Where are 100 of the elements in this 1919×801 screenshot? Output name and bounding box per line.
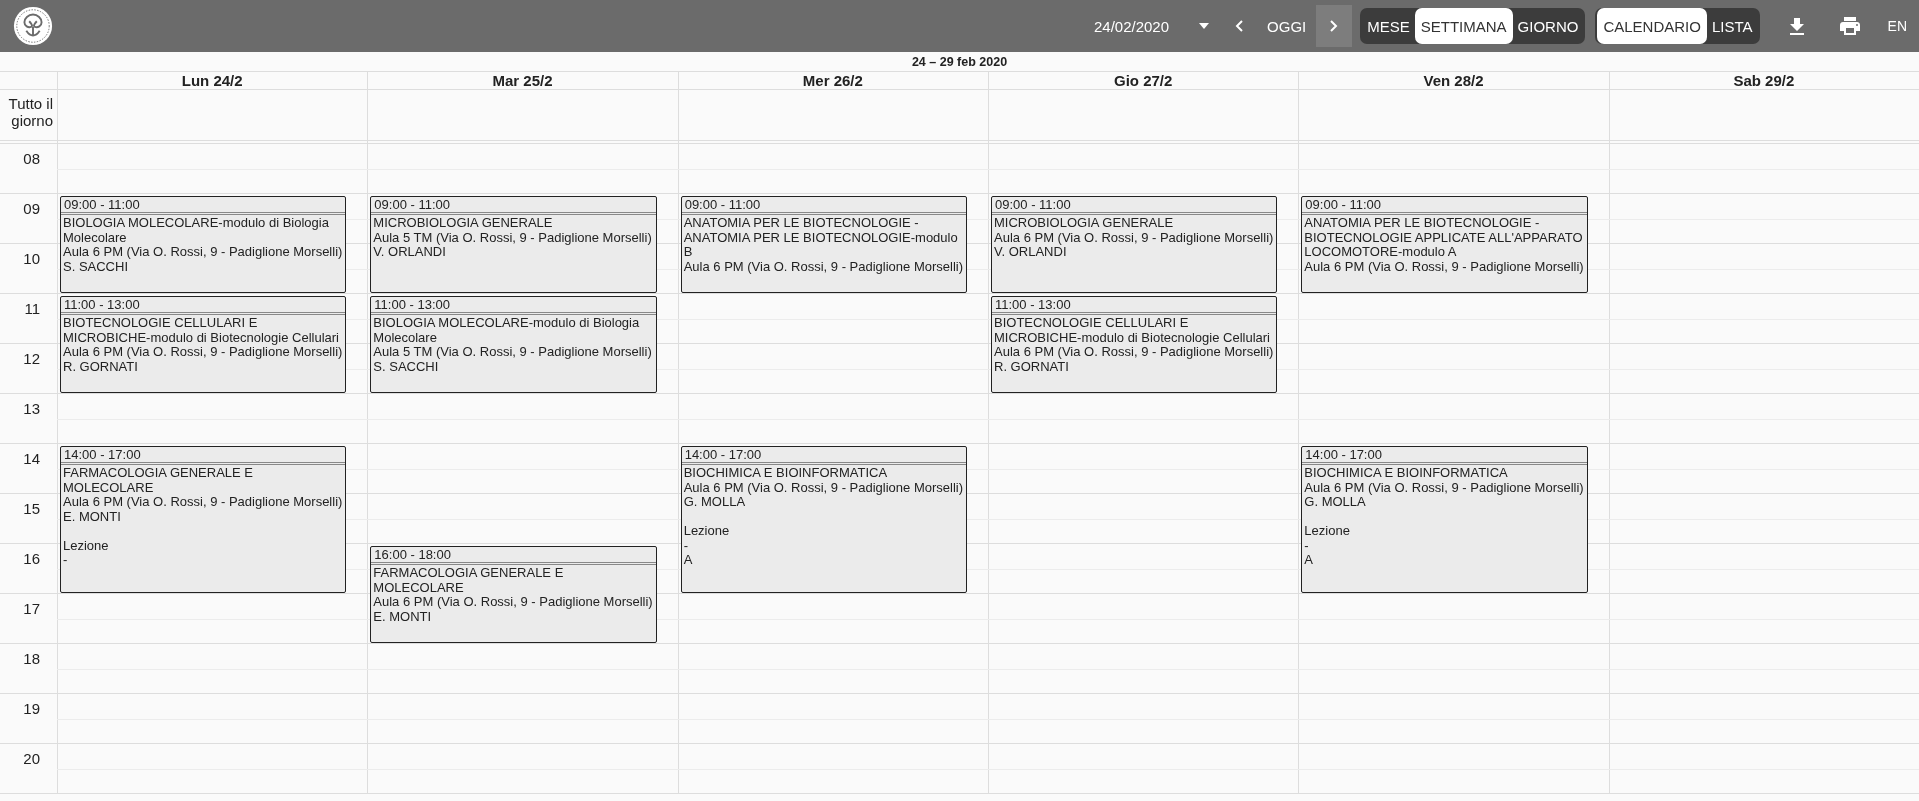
event-teacher: G. MOLLA <box>683 495 746 510</box>
event-note: Lezione <box>683 524 730 539</box>
day-header: Gio 27/2 <box>1113 72 1174 89</box>
event-card[interactable]: 11:00 - 13:00 BIOLOGIA MOLECOLARE-modulo di Biologia Molecolare Aula 5 TM (Via O. Rossi, 9 - Padiglione Morselli) S. SACCHI <box>370 296 657 393</box>
event-teacher: S. SACCHI <box>63 259 128 274</box>
event-room: Aula 6 PM (Via O. Rossi, 9 - Padiglione Morselli) <box>1304 480 1584 495</box>
event-card[interactable]: 09:00 - 11:00 MICROBIOLOGIA GENERALE Aula 6 PM (Via O. Rossi, 9 - Padiglione Morselli) V. ORLANDI <box>991 196 1278 293</box>
event-time: 09:00 - 11:00 <box>681 197 966 215</box>
event-card[interactable]: 16:00 - 18:00 FARMACOLOGIA GENERALE E MOLECOLARE Aula 6 PM (Via O. Rossi, 9 - Padiglione Morselli) E. MONTI <box>370 546 657 643</box>
event-title: BIOCHIMICA E BIOINFORMATICA <box>1304 466 1508 481</box>
event-note: Lezione <box>63 538 109 553</box>
date-field[interactable]: 24/02/2020 <box>1094 13 1170 39</box>
event-time: 16:00 - 18:00 <box>371 547 656 565</box>
event-note: - <box>63 553 68 568</box>
event-room: Aula 6 PM (Via O. Rossi, 9 - Padiglione Morselli) <box>994 345 1274 360</box>
event-title: BIOTECNOLOGIE CELLULARI E MICROBICHE-modulo di Biotecnologie Cellulari <box>994 316 1271 345</box>
view-mode-tab[interactable]: GIORNO <box>1512 8 1584 44</box>
event-time: 14:00 - 17:00 <box>61 447 346 465</box>
hour-label: 15 <box>23 499 41 517</box>
event-teacher: G. MOLLA <box>1304 495 1366 510</box>
event-room: Aula 6 PM (Via O. Rossi, 9 - Padiglione Morselli) <box>63 495 343 510</box>
event-time: 09:00 - 11:00 <box>61 197 346 215</box>
event-time: 09:00 - 11:00 <box>992 197 1277 215</box>
event-note: Lezione <box>1304 524 1350 539</box>
today-button[interactable]: OGGI <box>1267 17 1307 35</box>
print-icon[interactable] <box>1839 17 1860 35</box>
day-header: Sab 29/2 <box>1732 72 1796 89</box>
event-time: 11:00 - 13:00 <box>61 297 346 315</box>
event-room: Aula 6 PM (Via O. Rossi, 9 - Padiglione Morselli) <box>63 245 343 260</box>
chevron-left-icon <box>1235 20 1244 32</box>
event-card[interactable]: 09:00 - 11:00 BIOLOGIA MOLECOLARE-modulo di Biologia Molecolare Aula 6 PM (Via O. Rossi, 9 - Padiglione Morselli) S. SACCHI <box>60 196 347 293</box>
day-header: Mar 25/2 <box>491 72 554 89</box>
download-icon[interactable] <box>1789 17 1804 35</box>
event-room: Aula 6 PM (Via O. Rossi, 9 - Padiglione Morselli) <box>994 230 1274 245</box>
event-card[interactable]: 09:00 - 11:00 ANATOMIA PER LE BIOTECNOLOGIE - BIOTECNOLOGIE APPLICATE ALL'APPARATO LOCOMOTORE-modulo A Aula 6 PM (Via O. Rossi, 9 - Padiglione Morselli) <box>1301 196 1588 293</box>
hour-label: 19 <box>23 699 41 717</box>
event-note: - <box>1304 538 1309 553</box>
event-note: A <box>683 553 693 568</box>
event-room: Aula 6 PM (Via O. Rossi, 9 - Padiglione Morselli) <box>63 345 343 360</box>
event-title: FARMACOLOGIA GENERALE E MOLECOLARE <box>63 466 254 495</box>
hour-label: 20 <box>23 749 41 767</box>
all-day-label: Tutto il giorno <box>7 94 54 129</box>
event-teacher: E. MONTI <box>373 609 432 624</box>
event-title: ANATOMIA PER LE BIOTECNOLOGIE - ANATOMIA PER LE BIOTECNOLOGIE-modulo B <box>683 216 959 260</box>
event-room: Aula 6 PM (Via O. Rossi, 9 - Padiglione Morselli) <box>683 259 964 274</box>
event-time: 11:00 - 13:00 <box>371 297 656 315</box>
hour-label: 12 <box>23 349 41 367</box>
chevron-right-icon <box>1330 20 1339 32</box>
hour-label: 13 <box>23 399 41 417</box>
event-teacher: R. GORNATI <box>994 359 1069 374</box>
event-card[interactable]: 09:00 - 11:00 MICROBIOLOGIA GENERALE Aula 5 TM (Via O. Rossi, 9 - Padiglione Morselli) V. ORLANDI <box>370 196 657 293</box>
event-title: BIOCHIMICA E BIOINFORMATICA <box>683 466 888 481</box>
event-title: BIOLOGIA MOLECOLARE-modulo di Biologia Molecolare <box>373 316 641 345</box>
event-card[interactable]: 14:00 - 17:00 FARMACOLOGIA GENERALE E MOLECOLARE Aula 6 PM (Via O. Rossi, 9 - Padiglione Morselli) E. MONTI Lezione - <box>60 446 347 593</box>
day-header: Lun 24/2 <box>180 72 244 89</box>
event-title: FARMACOLOGIA GENERALE E MOLECOLARE <box>373 566 565 595</box>
event-card[interactable]: 11:00 - 13:00 BIOTECNOLOGIE CELLULARI E MICROBICHE-modulo di Biotecnologie Cellulari Aula 6 PM (Via O. Rossi, 9 - Padiglione Morselli) R. GORNATI <box>991 296 1278 393</box>
event-teacher: E. MONTI <box>63 509 121 524</box>
university-logo <box>12 5 54 47</box>
hour-label: 16 <box>23 549 41 567</box>
event-title: ANATOMIA PER LE BIOTECNOLOGIE - BIOTECNOLOGIE APPLICATE ALL'APPARATO LOCOMOTORE-modulo A <box>1304 216 1584 260</box>
event-teacher: V. ORLANDI <box>994 245 1067 260</box>
event-time: 14:00 - 17:00 <box>681 447 966 465</box>
event-room: Aula 5 TM (Via O. Rossi, 9 - Padiglione Morselli) <box>373 230 652 245</box>
event-teacher: R. GORNATI <box>63 359 138 374</box>
hour-label: 18 <box>23 649 41 667</box>
display-mode-tab[interactable]: LISTA <box>1706 8 1758 44</box>
event-teacher: V. ORLANDI <box>373 245 446 260</box>
hour-label: 17 <box>23 599 41 617</box>
event-room: Aula 6 PM (Via O. Rossi, 9 - Padiglione Morselli) <box>373 595 653 610</box>
event-card[interactable]: 11:00 - 13:00 BIOTECNOLOGIE CELLULARI E MICROBICHE-modulo di Biotecnologie Cellulari Aula 6 PM (Via O. Rossi, 9 - Padiglione Morselli) R. GORNATI <box>60 296 347 393</box>
event-title: MICROBIOLOGIA GENERALE <box>994 216 1174 231</box>
hour-label: 10 <box>23 249 41 267</box>
caret-icon[interactable] <box>1199 23 1210 29</box>
event-note: A <box>1304 553 1313 568</box>
event-card[interactable]: 09:00 - 11:00 ANATOMIA PER LE BIOTECNOLOGIE - ANATOMIA PER LE BIOTECNOLOGIE-modulo B Aula 6 PM (Via O. Rossi, 9 - Padiglione Morselli) <box>680 196 967 293</box>
event-room: Aula 6 PM (Via O. Rossi, 9 - Padiglione Morselli) <box>1304 259 1584 274</box>
event-time: 09:00 - 11:00 <box>371 197 656 215</box>
event-room: Aula 6 PM (Via O. Rossi, 9 - Padiglione Morselli) <box>683 480 964 495</box>
hour-label: 14 <box>23 449 41 467</box>
day-header: Ven 28/2 <box>1422 72 1485 89</box>
view-mode-tab[interactable]: MESE <box>1362 8 1415 44</box>
hour-label: 08 <box>23 149 41 167</box>
view-mode-tab[interactable]: SETTIMANA <box>1414 8 1513 44</box>
event-note: - <box>683 538 688 553</box>
event-title: BIOLOGIA MOLECOLARE-modulo di Biologia Molecolare <box>63 216 330 245</box>
event-card[interactable]: 14:00 - 17:00 BIOCHIMICA E BIOINFORMATICA Aula 6 PM (Via O. Rossi, 9 - Padiglione Morselli) G. MOLLA Lezione - A <box>680 446 967 593</box>
event-time: 14:00 - 17:00 <box>1302 447 1587 465</box>
week-range-title: 24 – 29 feb 2020 <box>910 54 1009 71</box>
event-title: MICROBIOLOGIA GENERALE <box>373 216 553 231</box>
hour-label: 09 <box>23 199 41 217</box>
event-title: BIOTECNOLOGIE CELLULARI E MICROBICHE-modulo di Biotecnologie Cellulari <box>63 316 340 345</box>
event-teacher: S. SACCHI <box>373 359 439 374</box>
display-mode-tab[interactable]: CALENDARIO <box>1597 8 1707 44</box>
event-room: Aula 5 TM (Via O. Rossi, 9 - Padiglione Morselli) <box>373 345 652 360</box>
event-card[interactable]: 14:00 - 17:00 BIOCHIMICA E BIOINFORMATICA Aula 6 PM (Via O. Rossi, 9 - Padiglione Morselli) G. MOLLA Lezione - A <box>1301 446 1588 593</box>
day-header: Mer 26/2 <box>801 72 864 89</box>
event-time: 09:00 - 11:00 <box>1302 197 1587 215</box>
language-button[interactable]: EN <box>1887 18 1907 34</box>
event-time: 11:00 - 13:00 <box>992 297 1277 315</box>
